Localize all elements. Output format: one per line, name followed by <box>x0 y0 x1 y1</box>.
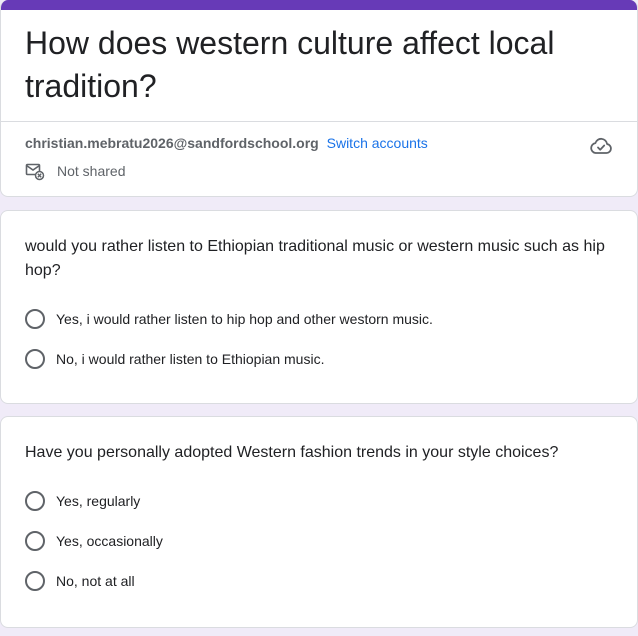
option-label: Yes, regularly <box>56 493 141 509</box>
option-label: No, not at all <box>56 573 135 589</box>
radio-option[interactable]: Yes, regularly <box>25 491 140 511</box>
radio-option[interactable]: Yes, i would rather listen to hip hop an… <box>25 309 433 329</box>
radio-button[interactable] <box>25 349 45 369</box>
option-label: Yes, i would rather listen to hip hop an… <box>56 311 433 327</box>
radio-button[interactable] <box>25 571 45 591</box>
shared-status: Not shared <box>25 161 125 181</box>
question-text-2: Have you personally adopted Western fash… <box>25 444 559 461</box>
shared-status-text: Not shared <box>57 163 126 179</box>
radio-option[interactable]: No, i would rather listen to Ethiopian m… <box>25 349 324 369</box>
question-card-2: Have you personally adopted Western fash… <box>0 416 638 628</box>
radio-button[interactable] <box>25 491 45 511</box>
switch-accounts-link[interactable]: Switch accounts <box>327 135 428 151</box>
radio-option[interactable]: No, not at all <box>25 571 135 591</box>
account-email: christian.mebratu2026@sandfordschool.org <box>25 135 319 151</box>
question-text-1: would you rather listen to Ethiopian tra… <box>25 238 605 279</box>
option-label: No, i would rather listen to Ethiopian m… <box>56 351 325 367</box>
page-background-strip <box>0 632 638 636</box>
form-title: How does western culture affect local tr… <box>25 25 555 104</box>
option-label: Yes, occasionally <box>56 533 163 549</box>
header-divider <box>1 121 637 122</box>
account-line: christian.mebratu2026@sandfordschool.org… <box>25 134 428 152</box>
question-card-1: would you rather listen to Ethiopian tra… <box>0 210 638 404</box>
radio-button[interactable] <box>25 531 45 551</box>
mail-not-shared-icon <box>25 163 45 181</box>
accent-bar <box>1 0 637 10</box>
radio-button[interactable] <box>25 309 45 329</box>
form-header-card: How does western culture affect local tr… <box>0 0 638 197</box>
radio-option[interactable]: Yes, occasionally <box>25 531 163 551</box>
cloud-saved-icon <box>589 134 613 158</box>
